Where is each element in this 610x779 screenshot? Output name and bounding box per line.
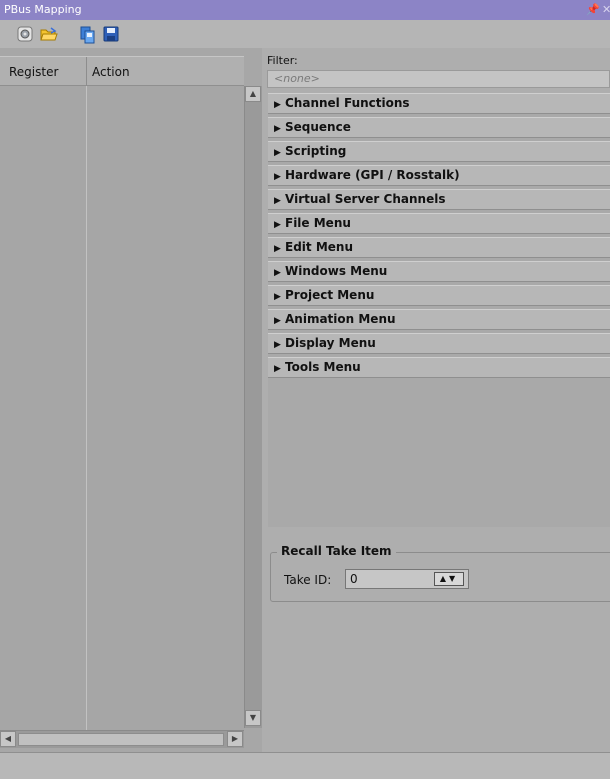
group-title: Recall Take Item bbox=[277, 544, 396, 558]
horizontal-scroll-thumb[interactable] bbox=[18, 733, 224, 746]
category-sequence[interactable]: ▶ Sequence bbox=[268, 117, 610, 138]
horizontal-scrollbar[interactable]: ◀ ▶ bbox=[0, 730, 244, 748]
gear-icon[interactable] bbox=[17, 26, 33, 42]
command-browser-panel: Filter: <none> ▶ Channel Functions ▶ Seque… bbox=[262, 48, 610, 758]
category-scripting[interactable]: ▶ Scripting bbox=[268, 141, 610, 162]
window-title: PBus Mapping bbox=[4, 3, 82, 16]
pin-icon[interactable]: 📌 bbox=[586, 0, 600, 20]
category-windows-menu[interactable]: ▶ Windows Menu bbox=[268, 261, 610, 282]
filter-label: Filter: bbox=[267, 54, 298, 67]
filter-input[interactable]: <none> bbox=[267, 70, 610, 88]
expand-arrow-icon: ▶ bbox=[274, 196, 281, 206]
column-gridline bbox=[86, 86, 87, 730]
category-file-menu[interactable]: ▶ File Menu bbox=[268, 213, 610, 234]
scroll-left-button[interactable]: ◀ bbox=[0, 731, 16, 747]
status-bar bbox=[0, 752, 610, 779]
recall-take-item-group: Recall Take Item Take ID: 0 ▲▼ bbox=[270, 544, 610, 602]
close-icon[interactable]: ✕ bbox=[602, 0, 610, 20]
category-project-menu[interactable]: ▶ Project Menu bbox=[268, 285, 610, 306]
copy-icon[interactable] bbox=[80, 26, 96, 44]
category-channel-functions[interactable]: ▶ Channel Functions bbox=[268, 93, 610, 114]
expand-arrow-icon: ▶ bbox=[274, 148, 281, 158]
table-header: Register Action bbox=[0, 56, 244, 87]
column-header-register[interactable]: Register bbox=[9, 57, 58, 87]
category-animation-menu[interactable]: ▶ Animation Menu bbox=[268, 309, 610, 330]
scroll-right-button[interactable]: ▶ bbox=[227, 731, 243, 747]
expand-arrow-icon: ▶ bbox=[274, 124, 281, 134]
category-hardware[interactable]: ▶ Hardware (GPI / Rosstalk) bbox=[268, 165, 610, 186]
expand-arrow-icon: ▶ bbox=[274, 172, 281, 182]
take-id-label: Take ID: bbox=[284, 573, 332, 587]
column-divider[interactable] bbox=[86, 57, 87, 87]
scroll-down-button[interactable]: ▼ bbox=[245, 710, 261, 726]
vertical-scrollbar[interactable]: ▲ ▼ bbox=[244, 86, 262, 728]
scroll-up-button[interactable]: ▲ bbox=[245, 86, 261, 102]
expand-arrow-icon: ▶ bbox=[274, 220, 281, 230]
expand-arrow-icon: ▶ bbox=[274, 340, 281, 350]
folder-open-icon[interactable] bbox=[40, 26, 58, 42]
save-icon[interactable] bbox=[103, 26, 119, 42]
take-id-stepper[interactable]: 0 ▲▼ bbox=[345, 569, 469, 589]
toolbar bbox=[0, 20, 610, 48]
spin-buttons[interactable]: ▲▼ bbox=[434, 572, 464, 586]
category-list: ▶ Channel Functions ▶ Sequence ▶ Scripting … bbox=[268, 93, 610, 527]
window-titlebar: PBus Mapping 📌 ✕ bbox=[0, 0, 610, 20]
expand-arrow-icon: ▶ bbox=[274, 100, 281, 110]
expand-arrow-icon: ▶ bbox=[274, 268, 281, 278]
category-virtual-server-channels[interactable]: ▶ Virtual Server Channels bbox=[268, 189, 610, 210]
expand-arrow-icon: ▶ bbox=[274, 316, 281, 326]
column-header-action[interactable]: Action bbox=[92, 57, 130, 87]
category-display-menu[interactable]: ▶ Display Menu bbox=[268, 333, 610, 354]
mapping-table-panel: Register Action ▲ ▼ ◀ ▶ bbox=[0, 48, 262, 758]
table-body[interactable] bbox=[0, 86, 244, 730]
take-id-value[interactable]: 0 bbox=[350, 572, 358, 586]
expand-arrow-icon: ▶ bbox=[274, 292, 281, 302]
expand-arrow-icon: ▶ bbox=[274, 244, 281, 254]
expand-arrow-icon: ▶ bbox=[274, 364, 281, 374]
category-edit-menu[interactable]: ▶ Edit Menu bbox=[268, 237, 610, 258]
category-tools-menu[interactable]: ▶ Tools Menu bbox=[268, 357, 610, 378]
